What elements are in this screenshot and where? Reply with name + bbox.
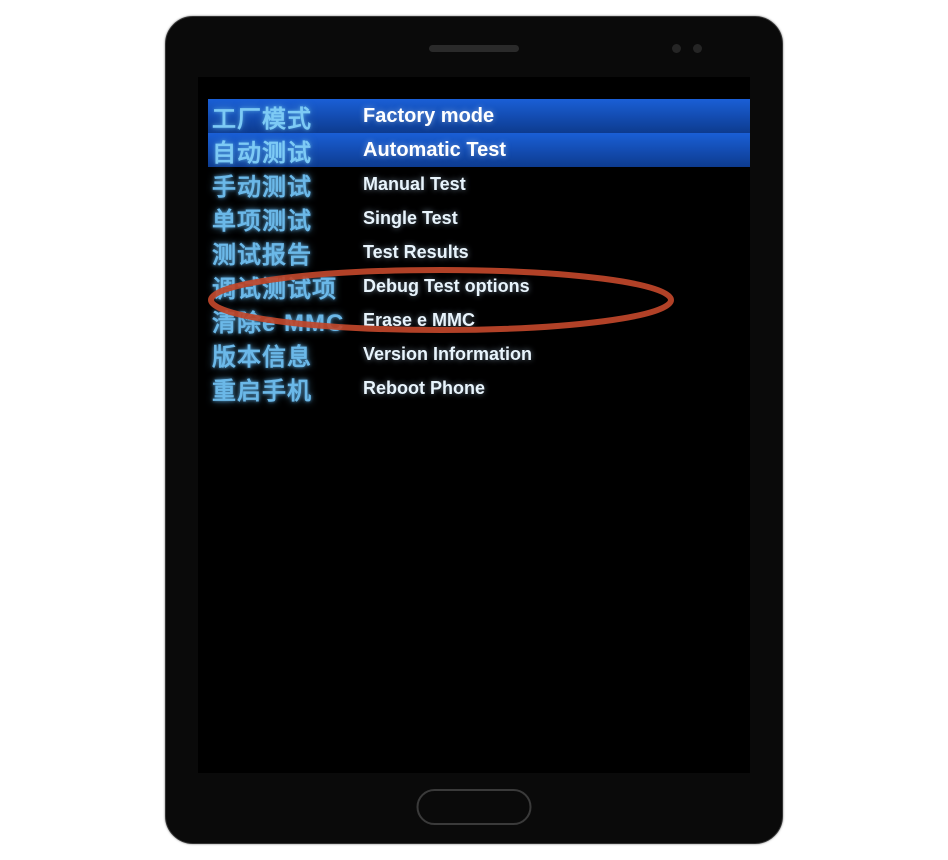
menu-english-label: Automatic Test	[363, 139, 506, 162]
home-button[interactable]	[417, 789, 532, 825]
menu-english-label: Debug Test options	[363, 276, 530, 297]
menu-chinese-label: 工厂模式	[208, 99, 363, 134]
menu-item-single-test[interactable]: 单项测试 Single Test	[208, 201, 750, 235]
menu-chinese-label: 手动测试	[208, 167, 363, 202]
menu-item-debug-test-options[interactable]: 调试测试项 Debug Test options	[208, 269, 750, 303]
menu-item-factory-mode[interactable]: 工厂模式 Factory mode	[208, 99, 750, 133]
menu-chinese-label: 单项测试	[208, 201, 363, 236]
sensor-dot	[693, 44, 702, 53]
device-screen: 工厂模式 Factory mode 自动测试 Automatic Test 手动…	[198, 77, 750, 773]
menu-english-label: Test Results	[363, 242, 469, 263]
menu-english-label: Manual Test	[363, 174, 466, 195]
factory-mode-menu: 工厂模式 Factory mode 自动测试 Automatic Test 手动…	[198, 77, 750, 405]
menu-chinese-label: 调试测试项	[208, 269, 363, 304]
menu-chinese-label: 测试报告	[208, 235, 363, 270]
menu-english-label: Erase e MMC	[363, 310, 475, 331]
menu-chinese-label: 自动测试	[208, 133, 363, 168]
speaker-grille	[429, 45, 519, 52]
menu-english-label: Version Information	[363, 344, 532, 365]
sensor-dot	[672, 44, 681, 53]
menu-item-erase-emmc[interactable]: 清除e MMC Erase e MMC	[208, 303, 750, 337]
sensor-cluster	[672, 44, 702, 53]
menu-english-label: Single Test	[363, 208, 458, 229]
menu-english-label: Factory mode	[363, 105, 494, 128]
menu-chinese-label: 版本信息	[208, 337, 363, 372]
menu-chinese-label: 重启手机	[208, 371, 363, 406]
tablet-device-frame: 工厂模式 Factory mode 自动测试 Automatic Test 手动…	[165, 16, 783, 844]
menu-english-label: Reboot Phone	[363, 378, 485, 399]
menu-item-manual-test[interactable]: 手动测试 Manual Test	[208, 167, 750, 201]
menu-item-reboot-phone[interactable]: 重启手机 Reboot Phone	[208, 371, 750, 405]
menu-chinese-label: 清除e MMC	[208, 303, 363, 338]
menu-item-test-results[interactable]: 测试报告 Test Results	[208, 235, 750, 269]
menu-item-version-information[interactable]: 版本信息 Version Information	[208, 337, 750, 371]
menu-item-automatic-test[interactable]: 自动测试 Automatic Test	[208, 133, 750, 167]
